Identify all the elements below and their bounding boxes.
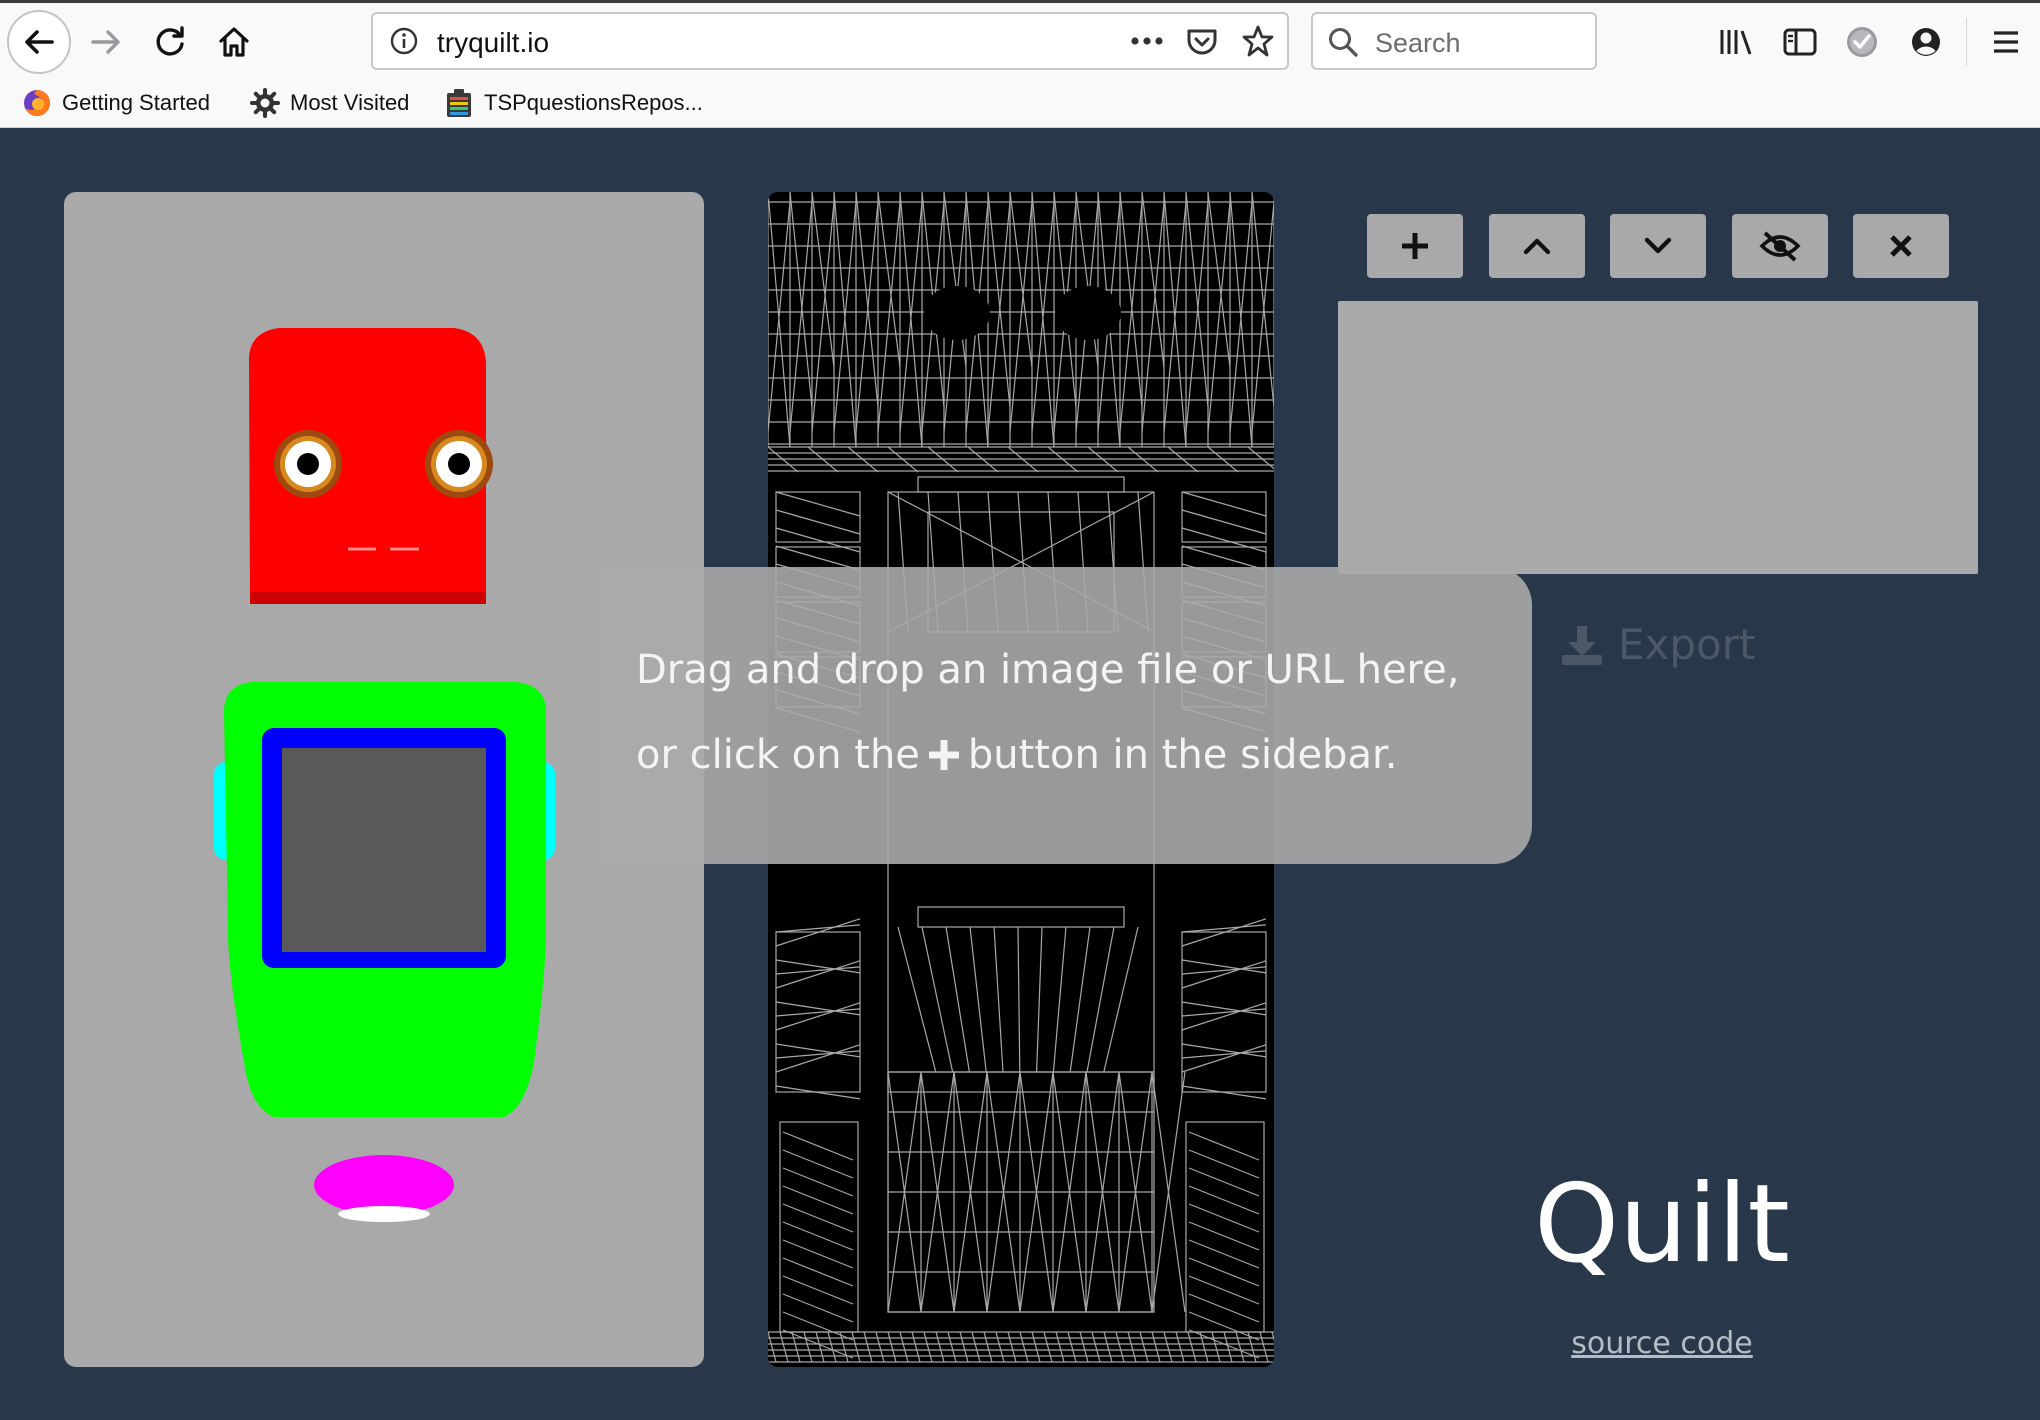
move-down-icon [1644, 237, 1672, 254]
back-button[interactable] [7, 10, 71, 74]
reload-icon [156, 26, 184, 56]
tab-strip-edge [0, 0, 2040, 3]
hide-icon [1759, 231, 1801, 262]
move-layer-down-button[interactable] [1610, 214, 1706, 278]
browser-toolbar: tryquilt.io Search Getting Started Most … [0, 0, 2040, 128]
source-code-link[interactable]: source code [1532, 1326, 1792, 1361]
library-button[interactable] [1716, 24, 1756, 60]
app-title: Quilt [1534, 1162, 1790, 1287]
drop-text-1: Drag and drop an image file or URL here, [636, 647, 1460, 693]
search-bar[interactable]: Search [1311, 12, 1597, 70]
bookmark-getting-started[interactable]: Getting Started [22, 86, 210, 120]
plus-icon [926, 737, 962, 773]
sidebar-toggle-button[interactable] [1780, 24, 1820, 60]
layer-list[interactable] [1338, 301, 1978, 574]
download-icon [1560, 623, 1604, 667]
reload-button[interactable] [150, 22, 190, 62]
star-icon[interactable] [1241, 24, 1275, 58]
toolbar-separator [1966, 18, 1967, 66]
account-icon [1912, 28, 1940, 56]
uv-eye-hole-left [924, 286, 990, 340]
move-layer-up-button[interactable] [1489, 214, 1585, 278]
url-text[interactable]: tryquilt.io [437, 27, 549, 59]
extension-icon [1847, 27, 1877, 57]
home-button[interactable] [214, 22, 254, 62]
robot-screen [282, 748, 486, 952]
bookmark-page-icon [444, 88, 474, 118]
back-icon [25, 30, 54, 54]
firefox-icon [22, 88, 52, 118]
pocket-icon[interactable] [1185, 25, 1219, 59]
forward-button[interactable] [86, 22, 126, 62]
bookmark-label: TSPquestionsRepos... [484, 90, 703, 115]
search-input-placeholder[interactable]: Search [1375, 28, 1461, 59]
search-icon [1327, 26, 1359, 58]
bookmark-most-visited[interactable]: Most Visited [250, 86, 409, 120]
gear-icon [250, 88, 280, 118]
drop-text-2b: button in the sidebar. [967, 732, 1398, 778]
more-icon[interactable] [1129, 26, 1165, 56]
robot-eye-left [274, 430, 342, 498]
add-icon [1402, 233, 1428, 259]
remove-layer-button[interactable] [1853, 214, 1949, 278]
drop-instructions-line-1: Drag and drop an image file or URL here, [636, 647, 1459, 693]
extension-button[interactable] [1842, 22, 1882, 62]
menu-icon [1994, 31, 2018, 53]
export-label: Export [1618, 620, 1756, 669]
robot-eye-right [425, 430, 493, 498]
drop-zone-overlay[interactable]: Drag and drop an image file or URL here,… [600, 567, 1532, 864]
uv-eye-hole-right [1055, 286, 1121, 340]
remove-icon [1890, 235, 1912, 257]
move-up-icon [1523, 238, 1551, 255]
drop-instructions-line-2: or click on the button in the sidebar. [636, 732, 1397, 778]
address-bar[interactable]: tryquilt.io [371, 12, 1289, 70]
bookmark-label: Most Visited [290, 90, 410, 115]
export-button[interactable]: Export [1560, 620, 1755, 669]
menu-button[interactable] [1986, 22, 2026, 62]
account-button[interactable] [1906, 22, 1946, 62]
bookmark-tspquestions[interactable]: TSPquestionsRepos... [444, 86, 703, 120]
forward-icon [91, 30, 120, 54]
home-icon [219, 27, 249, 57]
add-layer-button[interactable] [1367, 214, 1463, 278]
drop-text-2a: or click on the [636, 732, 920, 778]
hide-layer-button[interactable] [1732, 214, 1828, 278]
info-icon[interactable] [389, 26, 419, 56]
library-icon [1720, 30, 1752, 55]
sidebar-icon [1783, 28, 1817, 56]
bookmark-label: Getting Started [62, 90, 210, 115]
